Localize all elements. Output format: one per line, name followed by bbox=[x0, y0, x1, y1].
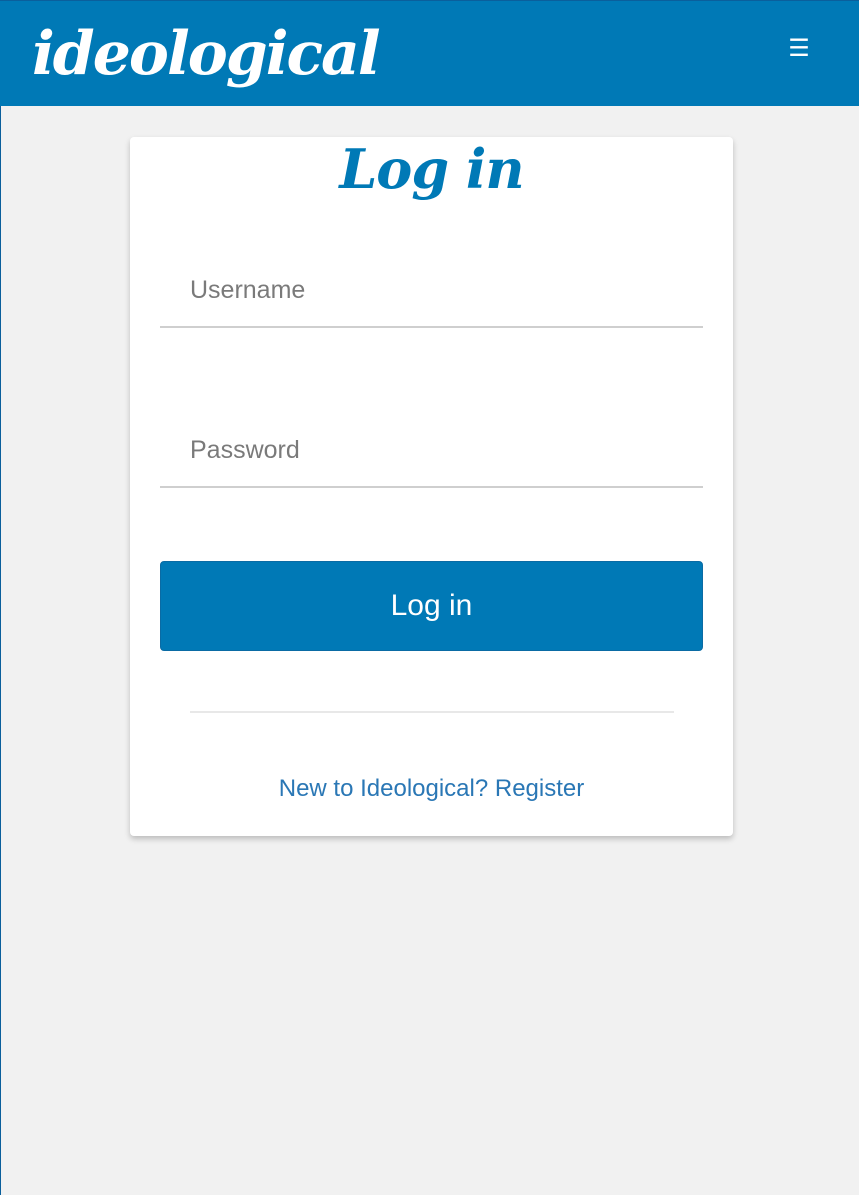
top-navbar: ideological ☰ bbox=[0, 0, 859, 106]
login-button[interactable]: Log in bbox=[160, 561, 703, 651]
hamburger-menu-icon[interactable]: ☰ bbox=[784, 33, 814, 63]
register-link[interactable]: New to Ideological? Register bbox=[130, 773, 733, 805]
username-input[interactable] bbox=[160, 254, 703, 328]
form-divider bbox=[190, 711, 674, 713]
login-title: Log in bbox=[339, 137, 524, 201]
brand-logo[interactable]: ideological bbox=[32, 9, 381, 99]
window-left-edge bbox=[0, 0, 1, 1195]
login-card: Log in Log in New to Ideological? Regist… bbox=[130, 137, 733, 836]
password-input[interactable] bbox=[160, 414, 703, 488]
